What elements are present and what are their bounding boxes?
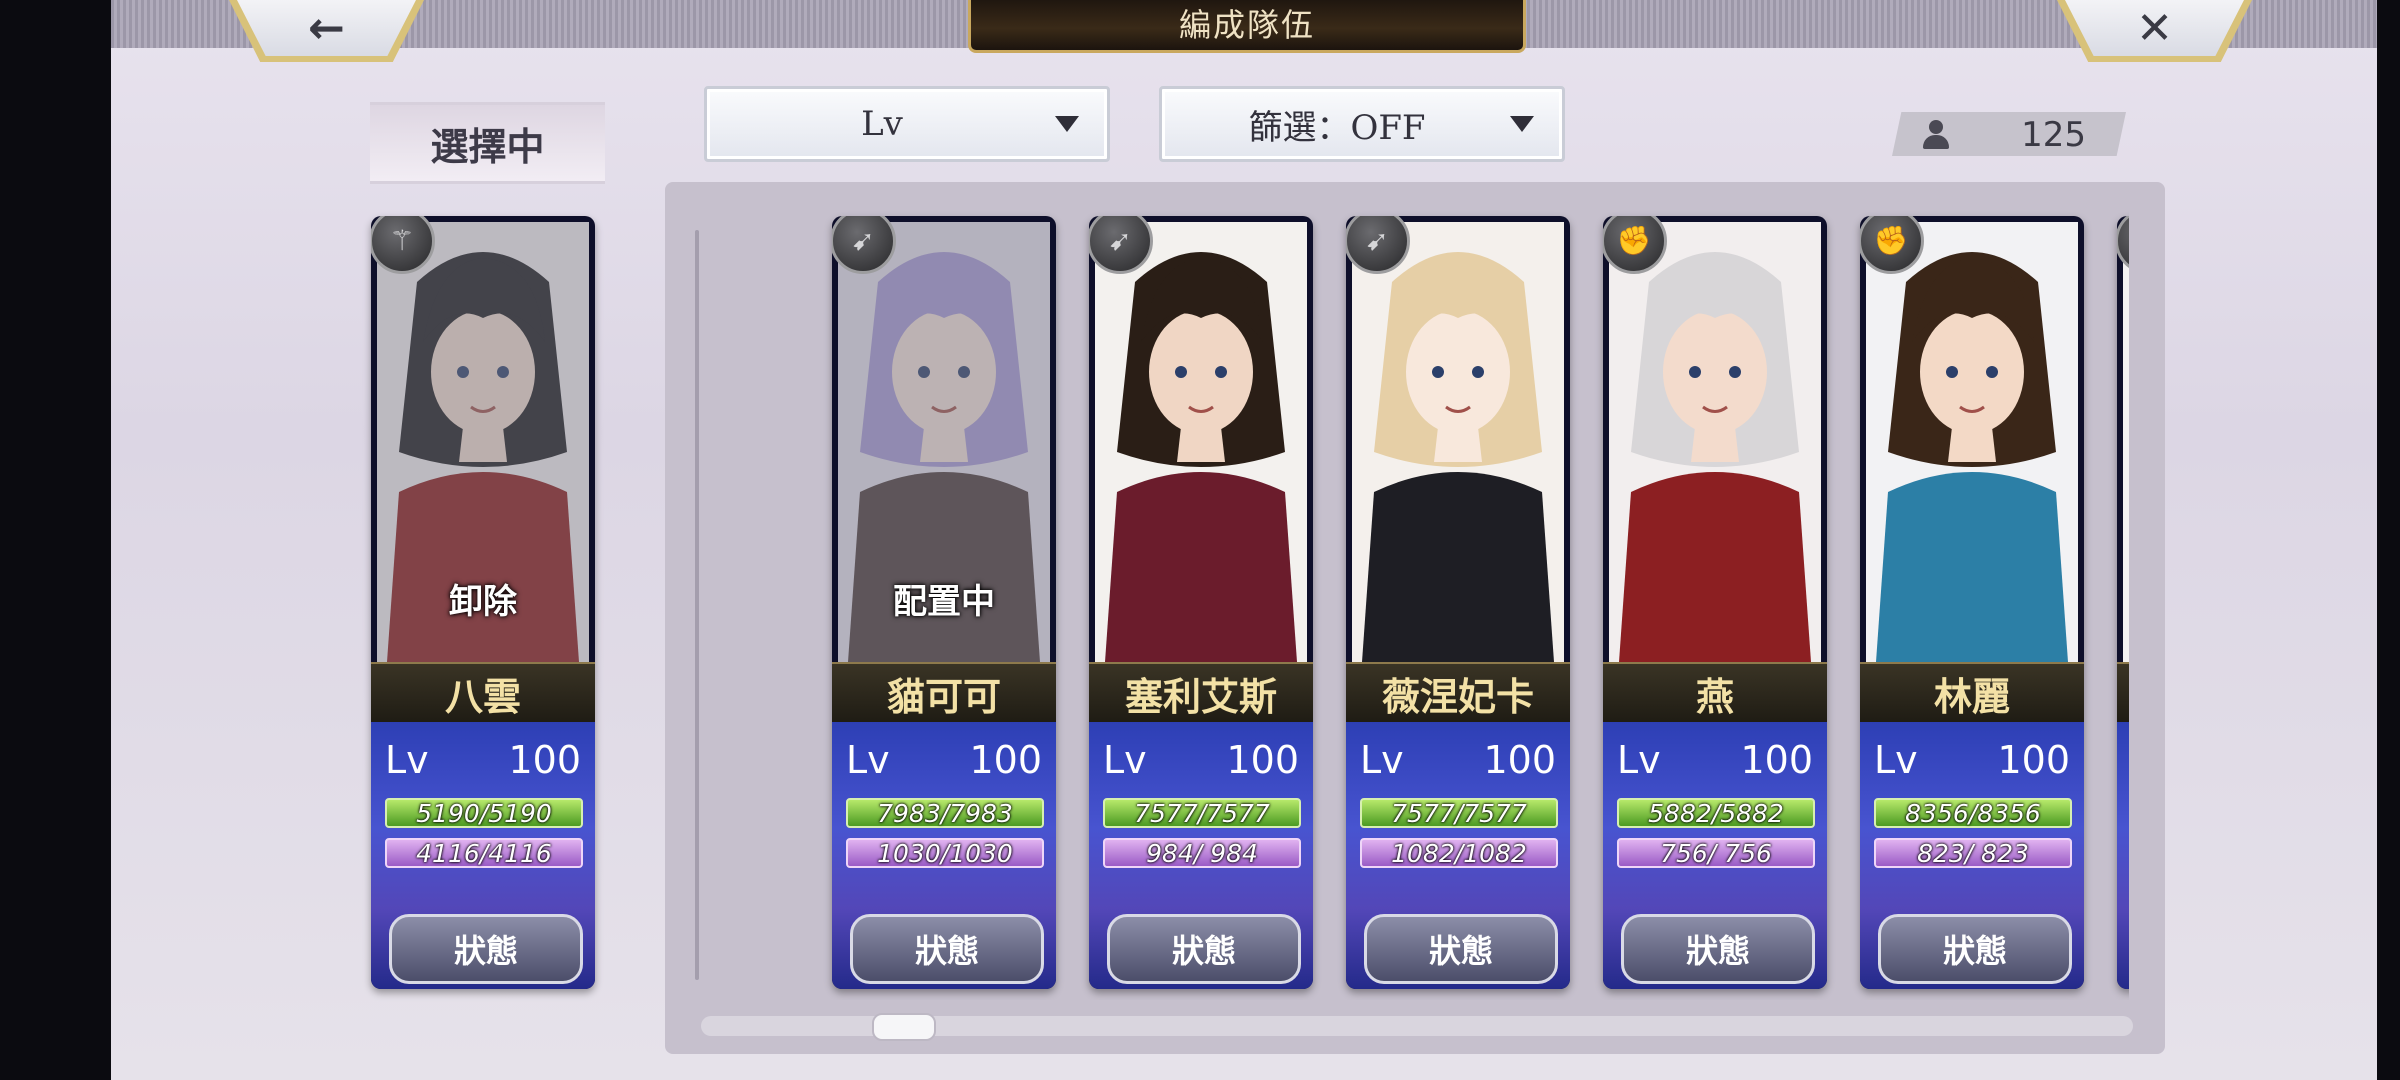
- character-name-plate: 薇涅妃卡: [1346, 662, 1570, 724]
- mp-bar: 756/ 756: [1617, 838, 1815, 868]
- status-button[interactable]: 狀態: [1621, 914, 1815, 984]
- character-card[interactable]: ✊ 林麗 Lv 100 8356/8356 823/ 823 狀態: [1860, 216, 2084, 989]
- close-button[interactable]: ✕: [2057, 0, 2252, 62]
- character-name-plate: 燕: [1603, 662, 1827, 724]
- character-stats: Lv 100 5190/5190 4116/4116 狀態: [371, 722, 595, 989]
- character-name: 薇涅妃卡: [1381, 673, 1534, 719]
- level-value: 100: [1483, 738, 1556, 782]
- level-value: 100: [1740, 738, 1813, 782]
- character-roster-list: ➹ 配置中 貓可可 Lv 100 7983/7983 1030/1030 狀態 …: [705, 200, 2129, 1000]
- chevron-down-icon: [1055, 116, 1079, 132]
- character-name: 塞利艾斯: [1124, 673, 1277, 719]
- character-portrait: [1095, 222, 1307, 662]
- character-stats: Lv 100 8356/8356 823/ 823 狀態: [1860, 722, 2084, 989]
- status-button[interactable]: 狀態: [1107, 914, 1301, 984]
- character-name: 林麗: [1933, 673, 2010, 719]
- level-value: 100: [508, 738, 581, 782]
- mp-bar: 1030/1030: [846, 838, 1044, 868]
- character-stats: Lv 100 7983/7983 1030/1030 狀態: [832, 722, 1056, 989]
- hp-bar: 5190/5190: [385, 798, 583, 828]
- character-portrait: [1866, 222, 2078, 662]
- level-label: Lv: [385, 738, 429, 782]
- level-label: Lv: [846, 738, 890, 782]
- level-label: Lv: [1617, 738, 1661, 782]
- hp-bar: 7577/7577: [1360, 798, 1558, 828]
- back-button[interactable]: ←: [229, 0, 424, 62]
- status-button[interactable]: 狀態: [389, 914, 583, 984]
- unit-count: 125: [2021, 115, 2086, 155]
- status-button[interactable]: 狀態: [1364, 914, 1558, 984]
- screen-title-plate: 編成隊伍: [968, 0, 1526, 53]
- hp-bar: 5882/5882: [1617, 798, 1815, 828]
- filter-dropdown-value: 篩選：OFF: [1248, 107, 1426, 148]
- team-formation-screen: ← 編成隊伍 ✕ 選擇中 Lv 篩選：OFF 125 ⚚ 卸除 八雲 Lv 10…: [111, 0, 2377, 1080]
- character-name: 貓可可: [886, 673, 1001, 719]
- level-value: 100: [1997, 738, 2070, 782]
- card-state-label: 卸除: [449, 582, 517, 622]
- roster-scroll-thumb[interactable]: [872, 1013, 936, 1041]
- screen-title: 編成隊伍: [1178, 6, 1315, 44]
- character-card[interactable]: ➹ 薇涅妃卡 Lv 100 7577/7577 1082/1082 狀態: [1346, 216, 1570, 989]
- status-button-label: 狀態: [1171, 932, 1236, 970]
- status-button[interactable]: 狀態: [850, 914, 1044, 984]
- sort-dropdown-value: Lv: [861, 104, 903, 144]
- panel-divider: [695, 230, 699, 980]
- hp-bar: 7983/7983: [846, 798, 1044, 828]
- character-stats: Lv 100 5882/5882 756/ 756 狀態: [1603, 722, 1827, 989]
- status-button-label: 狀態: [1428, 932, 1493, 970]
- chevron-down-icon: [1510, 116, 1534, 132]
- level-value: 100: [969, 738, 1042, 782]
- level-label: Lv: [1103, 738, 1147, 782]
- hp-bar: 7577/7577: [1103, 798, 1301, 828]
- character-card[interactable]: ➹ 配置中 貓可可 Lv 100 7983/7983 1030/1030 狀態: [832, 216, 1056, 989]
- status-button-label: 狀態: [453, 932, 518, 970]
- selected-section-label: 選擇中: [370, 102, 605, 184]
- left-arrow-icon: ←: [308, 2, 345, 54]
- filter-dropdown[interactable]: 篩選：OFF: [1159, 86, 1565, 162]
- character-stats: Lv 100 7577/7577 984/ 984 狀態: [1089, 722, 1313, 989]
- mp-bar: 1082/1082: [1360, 838, 1558, 868]
- selected-character-card[interactable]: ⚚ 卸除 八雲 Lv 100 5190/5190 4116/4116 狀態: [371, 216, 595, 989]
- character-name-plate: 八雲: [371, 662, 595, 724]
- character-portrait: [1352, 222, 1564, 662]
- status-button-label: 狀態: [914, 932, 979, 970]
- unit-count-badge: 125: [1892, 112, 2126, 156]
- level-label: Lv: [1360, 738, 1404, 782]
- character-name-plate: 雷: [2117, 662, 2129, 724]
- character-stats: Lv 100 7577/7577 1082/1082 狀態: [1346, 722, 1570, 989]
- close-icon: ✕: [2136, 2, 2173, 54]
- status-button-label: 狀態: [1942, 932, 2007, 970]
- mp-bar: 823/ 823: [1874, 838, 2072, 868]
- character-card[interactable]: ➹ 塞利艾斯 Lv 100 7577/7577 984/ 984 狀態: [1089, 216, 1313, 989]
- sort-dropdown[interactable]: Lv: [704, 86, 1110, 162]
- character-portrait: [1609, 222, 1821, 662]
- character-name: 燕: [1695, 673, 1734, 719]
- mp-bar: 984/ 984: [1103, 838, 1301, 868]
- level-value: 100: [1226, 738, 1299, 782]
- character-stats: Lv 6483/ 1050/ 狀態: [2117, 722, 2129, 989]
- character-name: 八雲: [444, 673, 521, 719]
- character-name-plate: 貓可可: [832, 662, 1056, 724]
- character-card[interactable]: ✊ 雷 Lv 6483/ 1050/ 狀態: [2117, 216, 2129, 989]
- person-icon: [1922, 120, 1950, 150]
- level-label: Lv: [1874, 738, 1918, 782]
- mp-bar: 4116/4116: [385, 838, 583, 868]
- character-card[interactable]: ✊ 燕 Lv 100 5882/5882 756/ 756 狀態: [1603, 216, 1827, 989]
- character-name-plate: 林麗: [1860, 662, 2084, 724]
- character-portrait: [2123, 222, 2129, 662]
- hp-bar: 8356/8356: [1874, 798, 2072, 828]
- card-state-label: 配置中: [893, 582, 995, 622]
- status-button-label: 狀態: [1685, 932, 1750, 970]
- status-button[interactable]: 狀態: [1878, 914, 2072, 984]
- character-name-plate: 塞利艾斯: [1089, 662, 1313, 724]
